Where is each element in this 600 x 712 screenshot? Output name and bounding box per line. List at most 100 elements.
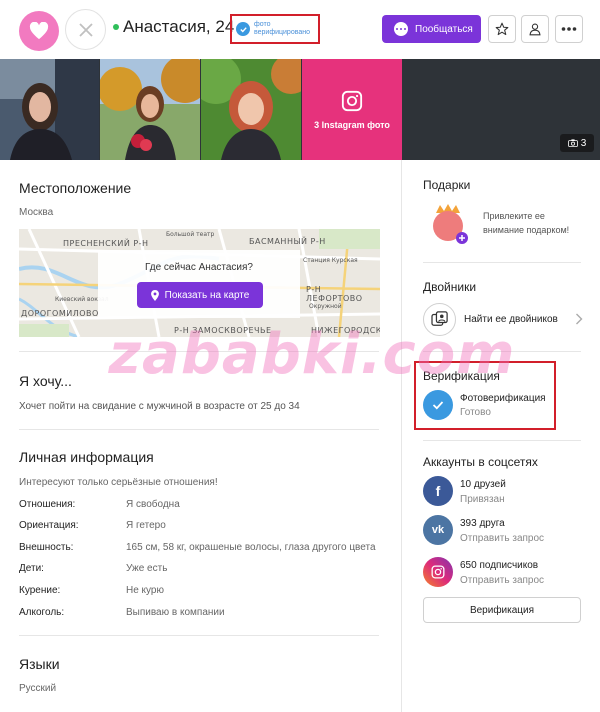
gift-icon[interactable] (428, 203, 468, 245)
skip-button[interactable] (65, 9, 106, 50)
info-row-smoking: Курение: Не курю (19, 585, 379, 596)
profile-button[interactable] (521, 15, 549, 43)
account-name: 393 друга (460, 518, 505, 529)
photo-strip: 3 Instagram фото 3 (0, 59, 600, 160)
profile-header: Анастасия, 24 фото верифицировано Пообща… (0, 0, 600, 58)
account-name: 650 подписчиков (460, 560, 539, 571)
account-name: 10 друзей (460, 479, 506, 490)
info-value: Уже есть (126, 563, 168, 574)
chat-button[interactable]: Пообщаться (382, 15, 481, 43)
like-button[interactable] (19, 11, 59, 51)
photo-verification-label: Фотоверификация (460, 393, 546, 404)
section-divider (19, 351, 379, 352)
instagram-photos-label: 3 Instagram фото (314, 119, 390, 130)
facebook-icon: f (423, 476, 453, 506)
favorite-button[interactable] (488, 15, 516, 43)
photo-verification-status: Готово (460, 407, 491, 418)
info-label: Отношения: (19, 499, 76, 510)
accounts-title: Аккаунты в соцсетях (423, 455, 538, 469)
section-divider (19, 429, 379, 430)
vk-icon: vk (423, 515, 453, 545)
account-facebook[interactable]: f 10 друзей Привязан (423, 476, 583, 508)
sidebar-divider (423, 262, 581, 263)
info-value: Я свободна (126, 499, 180, 510)
account-status: Привязан (460, 494, 505, 505)
photo-count: 3 (580, 137, 587, 149)
twins-title: Двойники (423, 280, 477, 294)
info-label: Курение: (19, 585, 61, 596)
star-icon (495, 22, 509, 36)
map-label: Р-Н ЛЕФОРТОВО (306, 285, 363, 303)
info-label: Внешность: (19, 542, 74, 553)
checkmark-icon (236, 22, 250, 36)
map-label: Большой театр (166, 231, 215, 238)
info-value: Не курю (126, 585, 164, 596)
personal-info-title: Личная информация (19, 449, 154, 465)
sidebar-divider (423, 351, 581, 352)
twins-icon (423, 302, 456, 336)
chat-button-label: Пообщаться (415, 23, 473, 35)
info-label: Дети: (19, 563, 44, 574)
find-twins-button[interactable]: Найти ее двойников (423, 302, 583, 336)
location-title: Местоположение (19, 180, 132, 196)
verification-title: Верификация (423, 369, 500, 383)
online-indicator (113, 24, 119, 30)
map-label: ДОРОГОМИЛОВО (21, 309, 99, 318)
info-value: 165 см, 58 кг, окрашеные волосы, глаза д… (126, 542, 376, 553)
instagram-icon (341, 90, 363, 111)
photo-thumbnail[interactable] (100, 59, 200, 160)
map-label: Окружной (309, 303, 342, 310)
info-row-children: Дети: Уже есть (19, 563, 379, 574)
location-pin-icon (150, 289, 159, 301)
badge-line-2: верифицировано (254, 29, 311, 36)
account-status: Отправить запрос (460, 533, 545, 544)
languages-value: Русский (19, 683, 57, 694)
map-label: БАСМАННЫЙ Р-Н (249, 237, 326, 246)
chevron-right-icon (576, 313, 583, 325)
account-vk[interactable]: vk 393 друга Отправить запрос (423, 515, 583, 547)
close-icon (78, 22, 93, 37)
badge-line-1: фото (254, 21, 271, 28)
personal-info-subtitle: Интересуют только серьёзные отношения! (19, 477, 218, 488)
photo-verified-badge: фото верифицировано (230, 14, 320, 44)
info-row-alcohol: Алкоголь: Выпиваю в компании (19, 607, 379, 618)
info-label: Ориентация: (19, 520, 79, 531)
verification-button[interactable]: Верификация (423, 597, 581, 623)
camera-icon (567, 139, 578, 147)
chat-bubble-icon (394, 22, 408, 36)
info-value: Выпиваю в компании (126, 607, 225, 618)
sidebar-divider (423, 440, 581, 441)
map-label: Р-Н ЗАМОСКВОРЕЧЬЕ (174, 326, 272, 335)
info-row-appearance: Внешность: 165 см, 58 кг, окрашеные воло… (19, 542, 379, 553)
more-icon (561, 27, 577, 31)
user-icon (529, 23, 541, 36)
account-instagram[interactable]: 650 подписчиков Отправить запрос (423, 557, 583, 589)
photo-thumbnail[interactable] (201, 59, 301, 160)
photo-verification-check-icon (423, 390, 453, 420)
photo-thumbnail[interactable] (0, 59, 99, 160)
more-button[interactable] (555, 15, 583, 43)
wants-title: Я хочу... (19, 373, 72, 389)
map-question: Где сейчас Анастасия? (145, 262, 253, 273)
gifts-text: Привлеките ее внимание подарком! (483, 211, 570, 235)
info-label: Алкоголь: (19, 607, 65, 618)
info-row-orientation: Ориентация: Я гетеро (19, 520, 379, 531)
wants-text: Хочет пойти на свидание с мужчиной в воз… (19, 401, 300, 412)
account-status: Отправить запрос (460, 575, 545, 586)
show-on-map-label: Показать на карте (164, 289, 250, 301)
photo-count-badge: 3 (560, 134, 594, 152)
instagram-icon (423, 557, 453, 587)
show-on-map-button[interactable]: Показать на карте (137, 282, 263, 308)
info-row-relationship: Отношения: Я свободна (19, 499, 379, 510)
languages-title: Языки (19, 656, 60, 672)
section-divider (19, 635, 379, 636)
map-label: Станция Курская (303, 257, 358, 264)
map-label: НИЖЕГОРОДСКИЙ (311, 326, 380, 335)
heart-icon (29, 22, 49, 40)
map-label: ПРЕСНЕНСКИЙ Р-Н (63, 239, 149, 248)
find-twins-label: Найти ее двойников (464, 313, 558, 325)
location-city: Москва (19, 207, 54, 218)
map-overlay-card: Где сейчас Анастасия? Показать на карте (98, 250, 300, 318)
profile-name: Анастасия, 24 (123, 17, 235, 36)
instagram-photos-tile[interactable]: 3 Instagram фото (302, 59, 402, 160)
